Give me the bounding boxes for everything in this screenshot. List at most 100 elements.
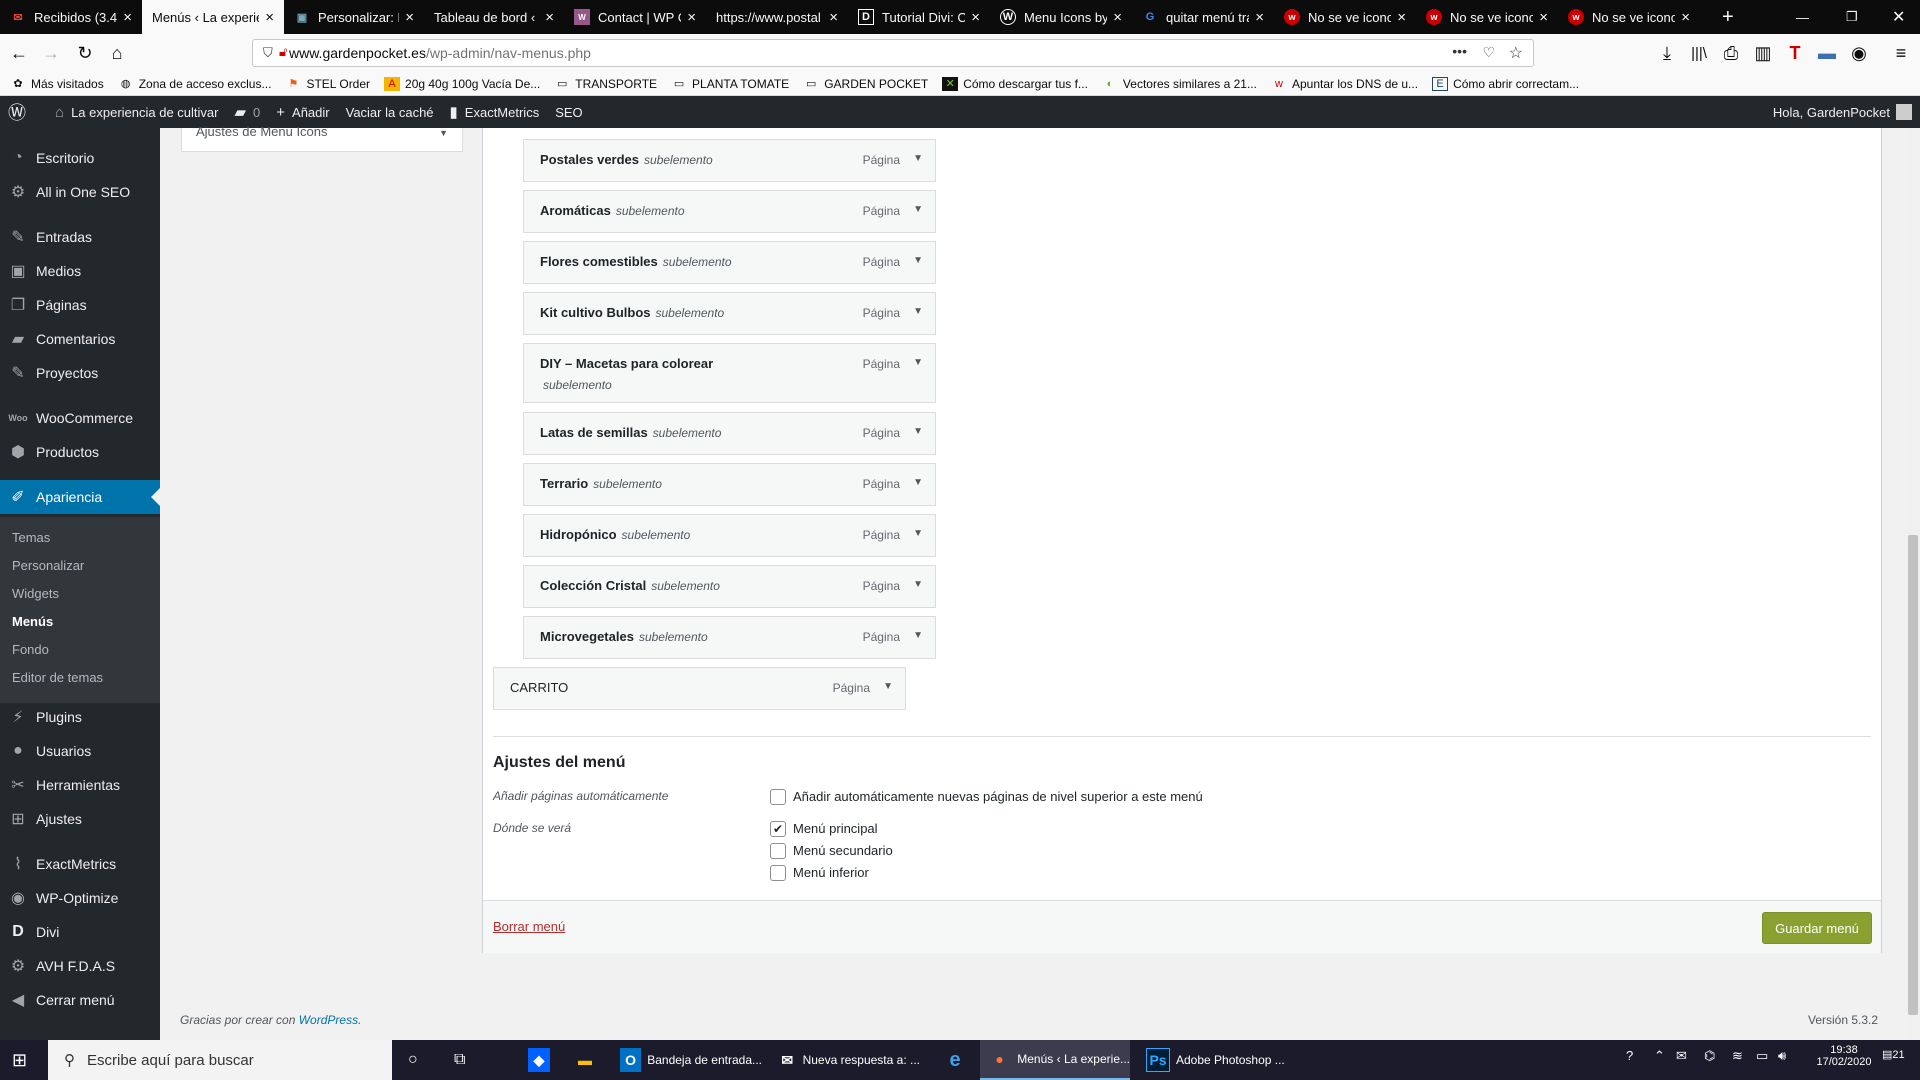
insecure-lock-icon[interactable]: 🔓︎ bbox=[279, 44, 287, 60]
location-footer-checkbox[interactable] bbox=[770, 865, 786, 881]
restore-button[interactable]: ❐ bbox=[1836, 0, 1866, 34]
sidebar-icon[interactable]: ▥ bbox=[1750, 40, 1776, 66]
browser-tab[interactable]: Tableau de bord ‹ F × bbox=[424, 0, 564, 34]
home-icon[interactable]: ⌂ bbox=[104, 40, 130, 66]
sidebar-item-divi[interactable]: D Divi bbox=[0, 915, 160, 949]
taskbar-app-firefox[interactable]: ● Menús ‹ La experie... bbox=[980, 1040, 1130, 1080]
volume-icon[interactable]: 🔊︎ bbox=[1778, 1048, 1786, 1064]
location-secondary-label[interactable]: Menú secundario bbox=[793, 843, 893, 858]
menu-item[interactable]: Colección Cristal subelemento Página ▼ bbox=[523, 565, 936, 608]
close-icon[interactable]: × bbox=[405, 9, 414, 26]
chevron-down-icon[interactable]: ▼ bbox=[883, 681, 893, 692]
bookmark[interactable]: E Cómo abrir correctam... bbox=[1432, 76, 1579, 91]
location-primary-label[interactable]: Menú principal bbox=[793, 821, 878, 836]
menu-item[interactable]: Terrario subelemento Página ▼ bbox=[523, 463, 936, 506]
browser-tab[interactable]: W Contact | WP C × bbox=[564, 0, 706, 34]
sidebar-item-avh[interactable]: ⚙ AVH F.D.A.S bbox=[0, 949, 160, 983]
mail-tray-icon[interactable]: ✉ bbox=[1676, 1048, 1687, 1064]
submenu-themes[interactable]: Temas bbox=[12, 530, 50, 545]
new-tab-button[interactable]: + bbox=[1712, 0, 1742, 34]
close-icon[interactable]: × bbox=[1681, 9, 1690, 26]
browser-tab[interactable]: w No se ve icono × bbox=[1558, 0, 1700, 34]
sidebar-item-settings[interactable]: ⊞ Ajustes bbox=[0, 802, 160, 836]
menu-icons-settings-box[interactable]: Ajustes de Menu Icons ▼ bbox=[181, 124, 463, 152]
sidebar-item-exactmetrics[interactable]: ⌇ ExactMetrics bbox=[0, 847, 160, 881]
close-icon[interactable]: × bbox=[123, 9, 132, 26]
location-footer-label[interactable]: Menú inferior bbox=[793, 865, 869, 880]
sidebar-item-appearance[interactable]: ✐ Apariencia bbox=[0, 480, 160, 514]
sidebar-item-users[interactable]: ● Usuarios bbox=[0, 734, 160, 768]
windows-start-icon[interactable]: ⊞ bbox=[4, 1040, 44, 1080]
close-icon[interactable]: × bbox=[971, 9, 980, 26]
bookmark-folder[interactable]: ▭ PLANTA TOMATE bbox=[671, 77, 789, 91]
close-icon[interactable]: × bbox=[1255, 9, 1264, 26]
chevron-down-icon[interactable]: ▼ bbox=[913, 630, 923, 641]
sidebar-item-projects[interactable]: ✎ Proyectos bbox=[0, 356, 160, 390]
comments-link[interactable]: ▰ 0 bbox=[234, 103, 260, 121]
chevron-down-icon[interactable]: ▼ bbox=[913, 153, 923, 164]
bookmark[interactable]: ⚑ STEL Order bbox=[285, 77, 371, 91]
print-icon[interactable]: ⎙ bbox=[1718, 40, 1744, 66]
sidebar-item-woocommerce[interactable]: Woo WooCommerce bbox=[0, 401, 160, 435]
site-name-link[interactable]: ⌂ La experiencia de cultivar bbox=[55, 104, 218, 121]
more-actions-icon[interactable]: ••• bbox=[1452, 43, 1467, 59]
clock[interactable]: 19:38 17/02/2020 bbox=[1816, 1044, 1872, 1068]
taskbar-app-mail[interactable]: ✉ Nueva respuesta a: ... bbox=[770, 1040, 920, 1080]
sidebar-item-wpoptimize[interactable]: ◉ WP-Optimize bbox=[0, 881, 160, 915]
bookmark[interactable]: ◐ Vectores similares a 21... bbox=[1102, 77, 1257, 91]
sidebar-item-media[interactable]: ▣ Medios bbox=[0, 254, 160, 288]
menu-item[interactable]: DIY – Macetas para colorear subelemento Pá… bbox=[523, 343, 936, 403]
cortana-icon[interactable]: ○ bbox=[400, 1040, 436, 1080]
sidebar-item-dashboard[interactable]: ◔ Escritorio bbox=[0, 141, 160, 175]
menu-item[interactable]: Aromáticas subelemento Página ▼ bbox=[523, 190, 936, 233]
menu-item[interactable]: Microvegetales subelemento Página ▼ bbox=[523, 616, 936, 659]
network-icon[interactable]: ⌬ bbox=[1704, 1048, 1715, 1064]
bookmark[interactable]: A 20g 40g 100g Vacía De... bbox=[384, 76, 540, 91]
seo-link[interactable]: SEO bbox=[555, 105, 582, 120]
close-icon[interactable]: × bbox=[829, 9, 838, 26]
bookmark[interactable]: ◍ Zona de acceso exclus... bbox=[118, 77, 272, 91]
save-menu-button[interactable]: Guardar menú bbox=[1762, 912, 1872, 944]
close-icon[interactable]: × bbox=[1113, 9, 1122, 26]
wordpress-logo-icon[interactable]: Ⓦ bbox=[8, 99, 33, 125]
collapse-menu-button[interactable]: ◀ Cerrar menú bbox=[0, 983, 160, 1017]
file-explorer-icon[interactable]: ▬ bbox=[566, 1040, 602, 1080]
help-icon[interactable]: ? bbox=[1626, 1048, 1633, 1063]
taskbar-search[interactable]: ⚲ Escribe aquí para buscar bbox=[48, 1040, 392, 1080]
bookmark-folder[interactable]: ▭ TRANSPORTE bbox=[554, 77, 657, 91]
bookmark[interactable]: ✿ Más visitados bbox=[10, 77, 103, 91]
scrollbar-thumb[interactable] bbox=[1908, 535, 1918, 1015]
location-primary-checkbox[interactable]: ✔ bbox=[770, 821, 786, 837]
reload-icon[interactable]: ↻ bbox=[72, 40, 98, 66]
chevron-down-icon[interactable]: ▼ bbox=[913, 426, 923, 437]
sidebar-item-posts[interactable]: ✎ Entradas bbox=[0, 220, 160, 254]
close-icon[interactable]: × bbox=[687, 9, 696, 26]
edge-icon[interactable]: e bbox=[936, 1040, 972, 1080]
delete-menu-link[interactable]: Borrar menú bbox=[493, 919, 565, 934]
auto-add-option[interactable]: Añadir automáticamente nuevas páginas de… bbox=[793, 789, 1203, 804]
window-close-button[interactable]: ✕ bbox=[1882, 0, 1912, 34]
menu-item[interactable]: Flores comestibles subelemento Página ▼ bbox=[523, 241, 936, 284]
close-icon[interactable]: × bbox=[265, 9, 274, 26]
sidebar-item-plugins[interactable]: ⚡︎ Plugins bbox=[0, 700, 160, 734]
back-icon[interactable]: ← bbox=[6, 40, 32, 66]
shield-icon[interactable]: ⛉ bbox=[263, 45, 273, 61]
sidebar-item-products[interactable]: ⬢ Productos bbox=[0, 435, 160, 469]
chevron-down-icon[interactable]: ▼ bbox=[439, 128, 448, 138]
submenu-widgets[interactable]: Widgets bbox=[12, 586, 59, 601]
add-new-link[interactable]: + Añadir bbox=[276, 104, 329, 121]
battery-icon[interactable]: ▭ bbox=[1756, 1048, 1768, 1064]
sidebar-item-pages[interactable]: ❐ Páginas bbox=[0, 288, 160, 322]
menu-item[interactable]: Kit cultivo Bulbos subelemento Página ▼ bbox=[523, 292, 936, 335]
sidebar-item-aioseo[interactable]: ⚙ All in One SEO bbox=[0, 175, 160, 209]
bookmark[interactable]: w Apuntar los DNS de u... bbox=[1271, 77, 1418, 91]
chevron-down-icon[interactable]: ▼ bbox=[913, 477, 923, 488]
menu-item-top-level[interactable]: CARRITO Página ▼ bbox=[493, 667, 906, 710]
sidebar-item-tools[interactable]: ✂ Herramientas bbox=[0, 768, 160, 802]
minimize-button[interactable]: — bbox=[1786, 0, 1816, 34]
extension-t-icon[interactable]: T bbox=[1782, 40, 1808, 66]
pocket-icon[interactable]: ♡ bbox=[1482, 44, 1495, 61]
taskbar-app-photoshop[interactable]: Ps Adobe Photoshop ... bbox=[1138, 1040, 1288, 1080]
close-icon[interactable]: × bbox=[545, 9, 554, 26]
browser-tab[interactable]: https://www.postal × bbox=[706, 0, 848, 34]
